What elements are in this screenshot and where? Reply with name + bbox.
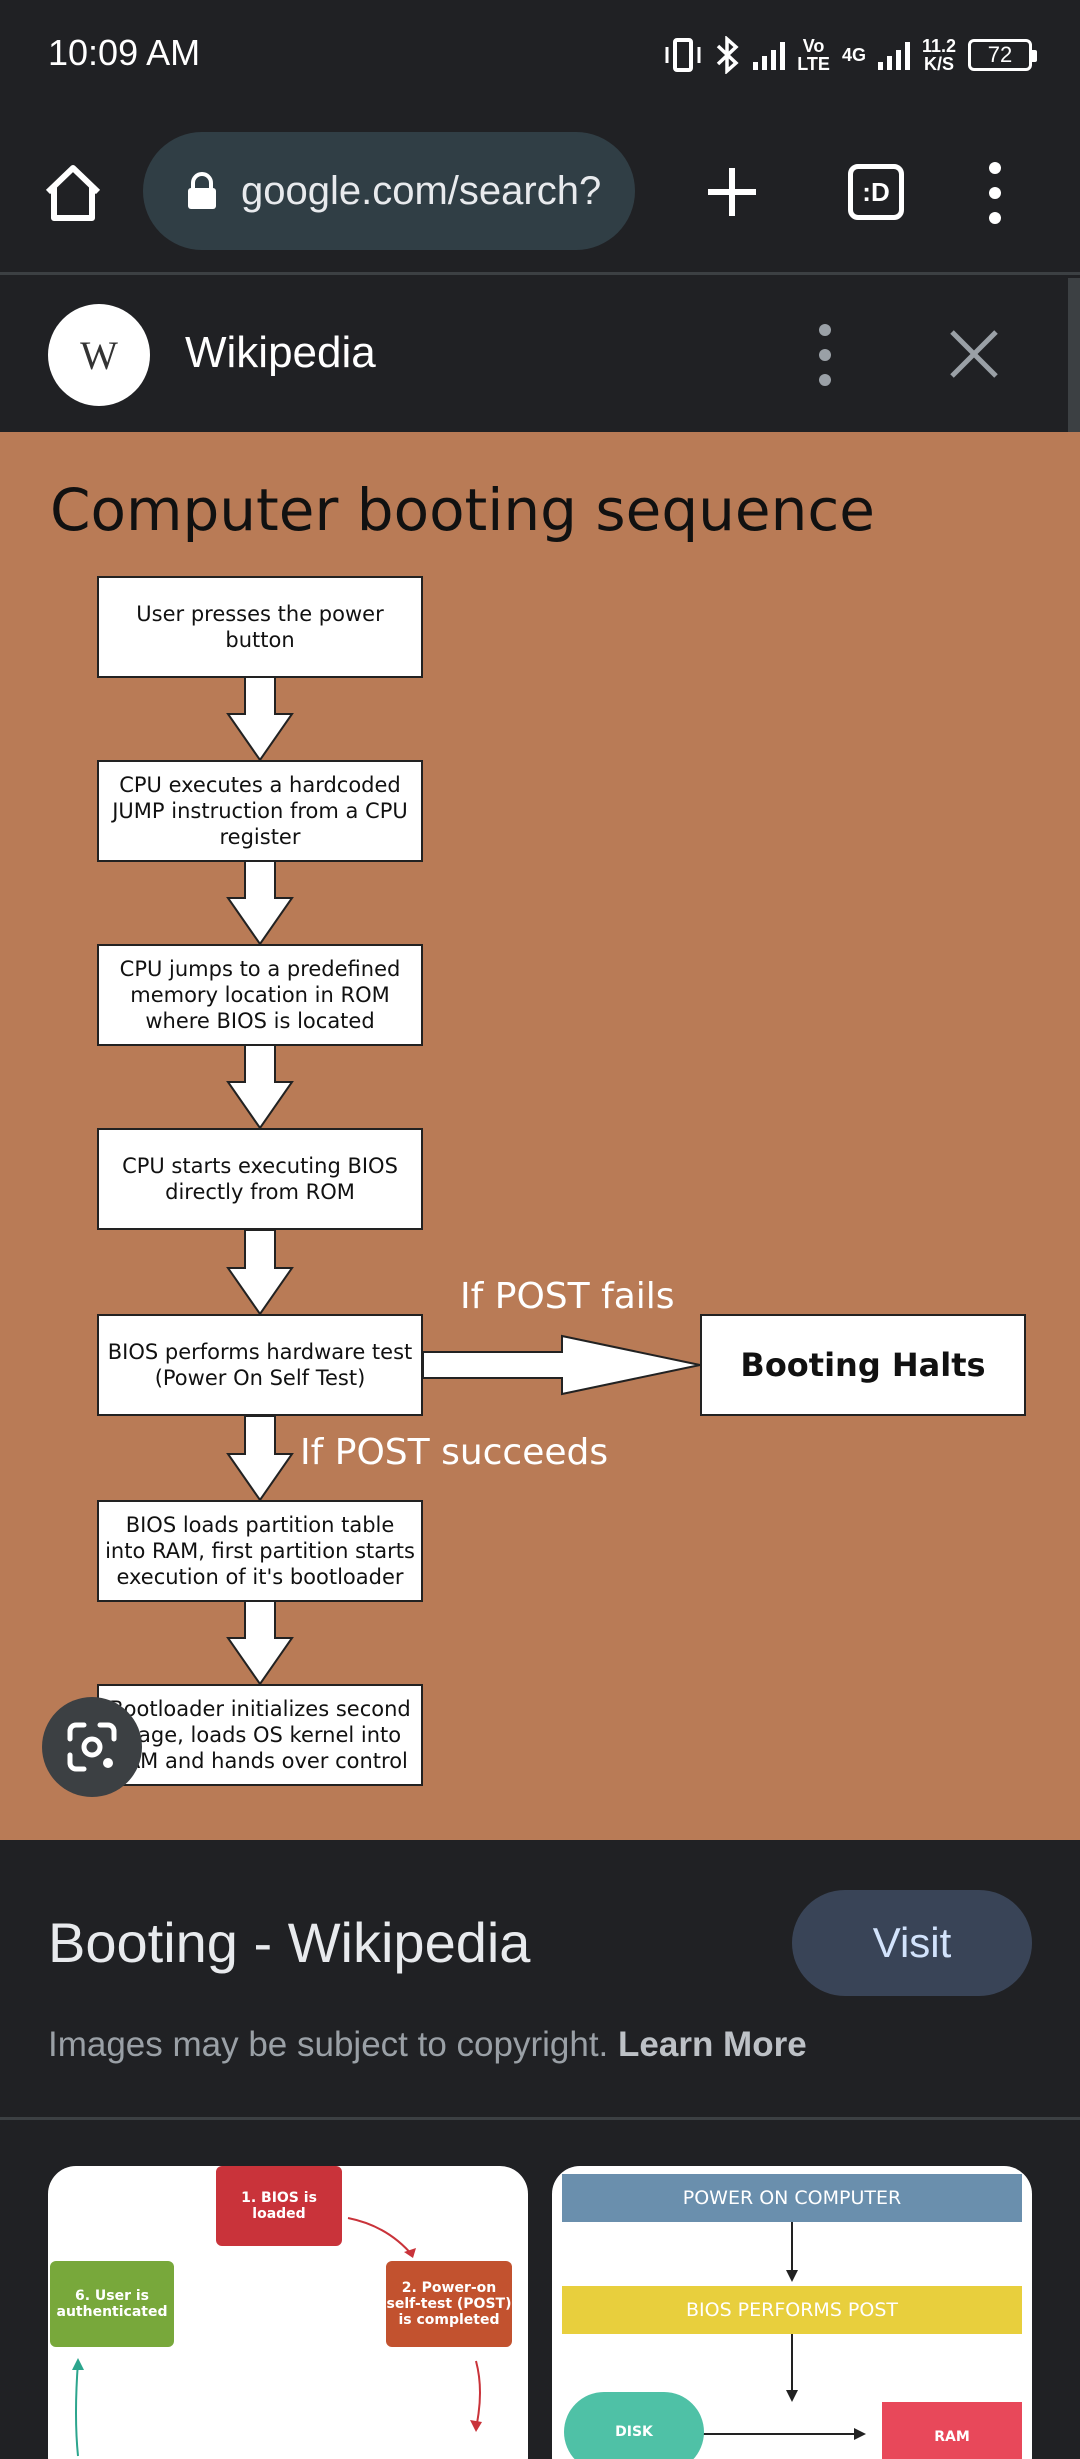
bluetooth-icon xyxy=(717,36,739,74)
related-image-1[interactable]: 1. BIOS is loaded 2. Power-on self-test … xyxy=(48,2166,528,2459)
network-gen: 4G xyxy=(841,45,866,65)
step-3-box: CPU jumps to a predefined memory locatio… xyxy=(97,944,423,1046)
close-icon[interactable] xyxy=(944,324,1004,384)
lens-button[interactable] xyxy=(42,1697,142,1797)
source-name[interactable]: Wikipedia xyxy=(185,328,376,378)
thumb2-disk: DISK xyxy=(564,2392,704,2459)
copyright-note: Images may be subject to copyright. Lear… xyxy=(48,2025,807,2065)
step-6-box: BIOS loads partition table into RAM, fir… xyxy=(97,1500,423,1602)
post-success-label: If POST succeeds xyxy=(300,1432,609,1473)
signal-2-icon xyxy=(877,40,910,70)
thumb2-ram: RAM xyxy=(882,2402,1022,2459)
step-2-box: CPU executes a hardcoded JUMP instructio… xyxy=(97,760,423,862)
url-bar[interactable]: google.com/search? xyxy=(143,132,635,250)
status-icons: Vo LTE 4G 11.2 K/S 72 xyxy=(663,30,1037,80)
source-more-icon[interactable] xyxy=(810,320,840,390)
result-info: Booting - Wikipedia Visit Images may be … xyxy=(0,1840,1080,2120)
copyright-text: Images may be subject to copyright. xyxy=(48,2025,609,2064)
learn-more-link[interactable]: Learn More xyxy=(618,2025,807,2064)
step-4-box: CPU starts executing BIOS directly from … xyxy=(97,1128,423,1230)
result-image[interactable]: Computer booting sequence User presses t… xyxy=(0,432,1080,1840)
battery-level: 72 xyxy=(987,42,1013,67)
step-5-box: BIOS performs hardware test (Power On Se… xyxy=(97,1314,423,1416)
status-time: 10:09 AM xyxy=(48,32,201,73)
signal-1-icon xyxy=(753,40,786,70)
wikipedia-logo: W xyxy=(48,304,150,406)
more-vert-icon[interactable] xyxy=(980,158,1010,228)
related-image-2[interactable]: POWER ON COMPUTER BIOS PERFORMS POST DIS… xyxy=(552,2166,1032,2459)
volte-indicator: Vo LTE xyxy=(797,36,830,74)
new-tab-icon[interactable] xyxy=(702,162,762,222)
google-lens-icon xyxy=(67,1722,117,1772)
source-bar: W Wikipedia xyxy=(0,278,1080,432)
visit-button[interactable]: Visit xyxy=(792,1890,1032,1996)
tab-switcher-button[interactable]: :D xyxy=(848,164,904,220)
net-speed: 11.2 K/S xyxy=(921,36,956,74)
home-icon[interactable] xyxy=(40,160,106,226)
post-fail-label: If POST fails xyxy=(460,1276,675,1317)
vibrate-icon xyxy=(665,38,701,72)
browser-toolbar: google.com/search? :D xyxy=(0,110,1080,275)
thumb1-arrows xyxy=(72,2217,482,2457)
lock-icon xyxy=(188,172,216,209)
url-text: google.com/search? xyxy=(241,168,602,213)
step-1-box: User presses the power button xyxy=(97,576,423,678)
step-7-box: Bootloader initializes second stage, loa… xyxy=(97,1684,423,1786)
status-bar: 10:09 AM Vo LTE 4G 11.2 K/S 72 xyxy=(0,0,1080,110)
result-title[interactable]: Booting - Wikipedia xyxy=(48,1910,530,1975)
booting-halts-box: Booting Halts xyxy=(700,1314,1026,1416)
battery-icon: 72 xyxy=(968,39,1037,71)
